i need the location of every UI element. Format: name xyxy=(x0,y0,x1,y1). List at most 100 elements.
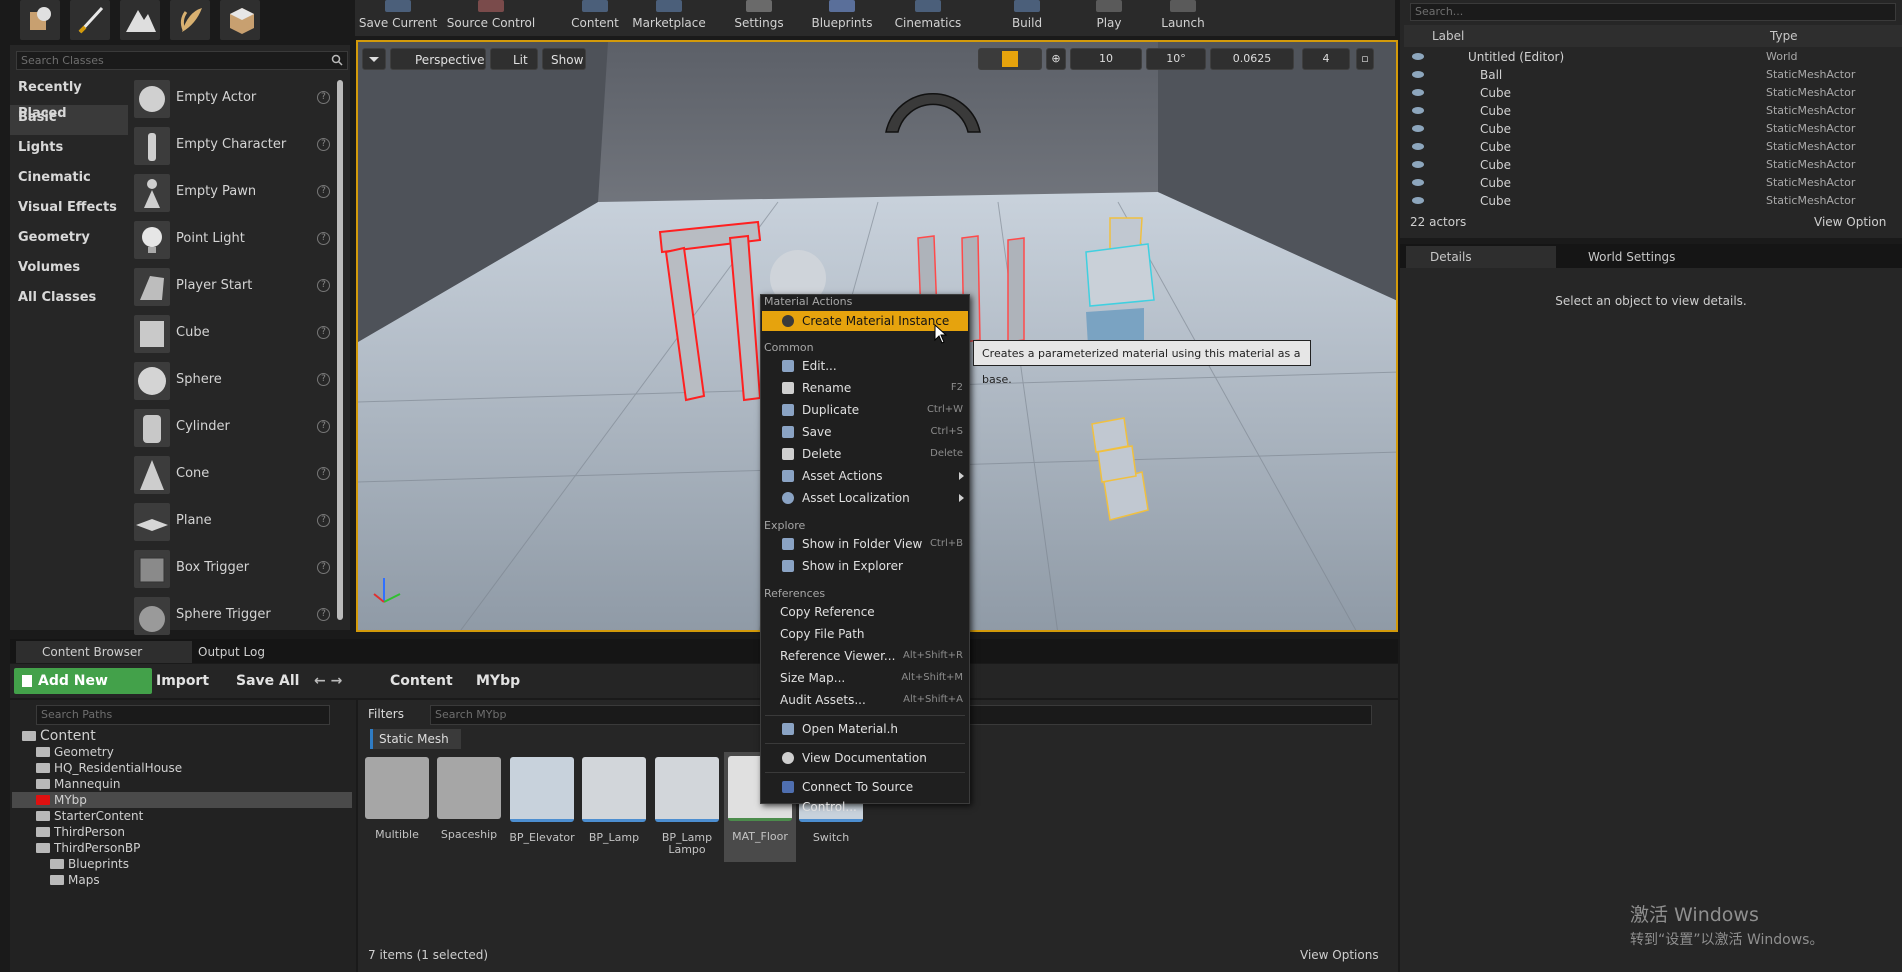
column-type[interactable]: Type xyxy=(1770,29,1798,43)
rotation-snap-toggle[interactable]: 10° xyxy=(1146,48,1206,70)
filters-dropdown[interactable]: Filters xyxy=(362,705,432,723)
menu-item-audit-assets[interactable]: Audit Assets... Alt+Shift+A xyxy=(762,690,968,710)
import-button[interactable]: Import xyxy=(134,669,222,693)
breadcrumb-content[interactable]: Content xyxy=(366,669,470,693)
outliner-row[interactable]: Cube StaticMeshActor xyxy=(1404,138,1902,156)
tab-details[interactable]: Details xyxy=(1406,246,1556,268)
help-icon[interactable]: ? xyxy=(317,232,330,245)
category-all-classes[interactable]: All Classes xyxy=(10,285,128,315)
tab-output-log[interactable]: Output Log xyxy=(172,641,328,663)
help-icon[interactable]: ? xyxy=(317,326,330,339)
class-item-point-light[interactable]: Point Light ? xyxy=(130,219,336,266)
visibility-eye-icon[interactable] xyxy=(1412,89,1424,96)
settings-button[interactable]: Settings xyxy=(721,0,797,36)
cinematics-button[interactable]: Cinematics xyxy=(885,0,971,36)
geometry-mode-icon[interactable] xyxy=(220,0,260,40)
place-mode-icon[interactable] xyxy=(20,0,60,40)
menu-item-edit[interactable]: Edit... xyxy=(762,356,968,376)
marketplace-button[interactable]: Marketplace xyxy=(621,0,717,36)
menu-item-open-material-h[interactable]: Open Material.h xyxy=(762,719,968,739)
category-volumes[interactable]: Volumes xyxy=(10,255,128,285)
class-item-empty-pawn[interactable]: Empty Pawn ? xyxy=(130,172,336,219)
asset-tile[interactable]: BP_Lamp xyxy=(581,757,647,844)
category-basic[interactable]: Basic xyxy=(10,105,128,135)
outliner-row[interactable]: Cube StaticMeshActor xyxy=(1404,192,1902,210)
paint-mode-icon[interactable] xyxy=(70,0,110,40)
menu-item-copy-reference[interactable]: Copy Reference xyxy=(762,602,968,622)
tab-world-settings[interactable]: World Settings xyxy=(1564,246,1704,268)
outliner-row[interactable]: Cube StaticMeshActor xyxy=(1404,84,1902,102)
outliner-row[interactable]: Cube StaticMeshActor xyxy=(1404,156,1902,174)
category-visual-effects[interactable]: Visual Effects xyxy=(10,195,128,225)
help-icon[interactable]: ? xyxy=(317,608,330,621)
help-icon[interactable]: ? xyxy=(317,185,330,198)
outliner-row[interactable]: Ball StaticMeshActor xyxy=(1404,66,1902,84)
class-item-player-start[interactable]: Player Start ? xyxy=(130,266,336,313)
source-control-button[interactable]: Source Control xyxy=(441,0,541,36)
visibility-eye-icon[interactable] xyxy=(1412,197,1424,204)
folder-tree-item[interactable]: Geometry xyxy=(12,744,352,760)
class-item-box-trigger[interactable]: Box Trigger ? xyxy=(130,548,336,595)
lit-dropdown[interactable]: Lit xyxy=(490,48,538,70)
tab-content-browser[interactable]: Content Browser xyxy=(16,641,192,663)
visibility-eye-icon[interactable] xyxy=(1412,161,1424,168)
world-local-icon[interactable]: ⊕ xyxy=(1046,48,1066,70)
category-lights[interactable]: Lights xyxy=(10,135,128,165)
menu-item-asset-localization[interactable]: Asset Localization xyxy=(762,488,968,508)
folder-tree-item[interactable]: ThirdPerson xyxy=(12,824,352,840)
help-icon[interactable]: ? xyxy=(317,279,330,292)
help-icon[interactable]: ? xyxy=(317,138,330,151)
place-panel-scrollbar[interactable] xyxy=(337,80,343,620)
outliner-row[interactable]: Cube StaticMeshActor xyxy=(1404,120,1902,138)
filter-chip-static-mesh[interactable]: Static Mesh xyxy=(370,729,461,749)
build-button[interactable]: Build xyxy=(987,0,1067,36)
help-icon[interactable]: ? xyxy=(317,373,330,386)
breadcrumb-mybp[interactable]: MYbp xyxy=(476,669,536,693)
folder-tree-item[interactable]: Mannequin xyxy=(12,776,352,792)
menu-item-show-in-explorer[interactable]: Show in Explorer xyxy=(762,556,968,576)
folder-tree-item[interactable]: Blueprints xyxy=(12,856,352,872)
visibility-eye-icon[interactable] xyxy=(1412,71,1424,78)
launch-button[interactable]: Launch xyxy=(1135,0,1231,36)
perspective-dropdown[interactable]: Perspective xyxy=(390,48,486,70)
visibility-eye-icon[interactable] xyxy=(1412,125,1424,132)
folder-tree-item[interactable]: HQ_ResidentialHouse xyxy=(12,760,352,776)
menu-item-copy-file-path[interactable]: Copy File Path xyxy=(762,624,968,644)
asset-tile[interactable]: Multible xyxy=(364,757,430,841)
category-cinematic[interactable]: Cinematic xyxy=(10,165,128,195)
menu-item-size-map[interactable]: Size Map... Alt+Shift+M xyxy=(762,668,968,688)
help-icon[interactable]: ? xyxy=(317,91,330,104)
blueprints-button[interactable]: Blueprints xyxy=(799,0,885,36)
menu-item-duplicate[interactable]: Duplicate Ctrl+W xyxy=(762,400,968,420)
landscape-mode-icon[interactable] xyxy=(120,0,160,40)
outliner-row[interactable]: Cube StaticMeshActor xyxy=(1404,174,1902,192)
class-item-cube[interactable]: Cube ? xyxy=(130,313,336,360)
save-current-button[interactable]: Save Current xyxy=(355,0,441,36)
menu-item-delete[interactable]: Delete Delete xyxy=(762,444,968,464)
category-recently-placed[interactable]: Recently Placed xyxy=(10,75,128,121)
folder-tree-item[interactable]: Maps xyxy=(12,872,352,888)
visibility-eye-icon[interactable] xyxy=(1412,143,1424,150)
menu-item-connect-source-control[interactable]: Connect To Source Control... xyxy=(762,777,968,814)
class-item-cylinder[interactable]: Cylinder ? xyxy=(130,407,336,454)
add-new-button[interactable]: Add New xyxy=(14,668,152,694)
menu-item-rename[interactable]: Rename F2 xyxy=(762,378,968,398)
visibility-eye-icon[interactable] xyxy=(1412,53,1424,60)
help-icon[interactable]: ? xyxy=(317,467,330,480)
viewport-options-dropdown[interactable] xyxy=(362,48,386,70)
help-icon[interactable]: ? xyxy=(317,514,330,527)
class-item-sphere-trigger[interactable]: Sphere Trigger ? xyxy=(130,595,336,642)
help-icon[interactable]: ? xyxy=(317,420,330,433)
class-item-empty-character[interactable]: Empty Character ? xyxy=(130,125,336,172)
folder-tree-item[interactable]: StarterContent xyxy=(12,808,352,824)
outliner-search-input[interactable]: Search... xyxy=(1410,3,1896,21)
outliner-row[interactable]: Cube StaticMeshActor xyxy=(1404,102,1902,120)
foliage-mode-icon[interactable] xyxy=(170,0,210,40)
asset-tile[interactable]: Spaceship xyxy=(436,757,502,841)
scale-snap-toggle[interactable]: 0.0625 xyxy=(1210,48,1294,70)
menu-item-reference-viewer[interactable]: Reference Viewer... Alt+Shift+R xyxy=(762,646,968,666)
menu-item-view-documentation[interactable]: View Documentation xyxy=(762,748,968,768)
grid-snap-toggle[interactable]: 10 xyxy=(1070,48,1142,70)
class-item-plane[interactable]: Plane ? xyxy=(130,501,336,548)
class-item-sphere[interactable]: Sphere ? xyxy=(130,360,336,407)
